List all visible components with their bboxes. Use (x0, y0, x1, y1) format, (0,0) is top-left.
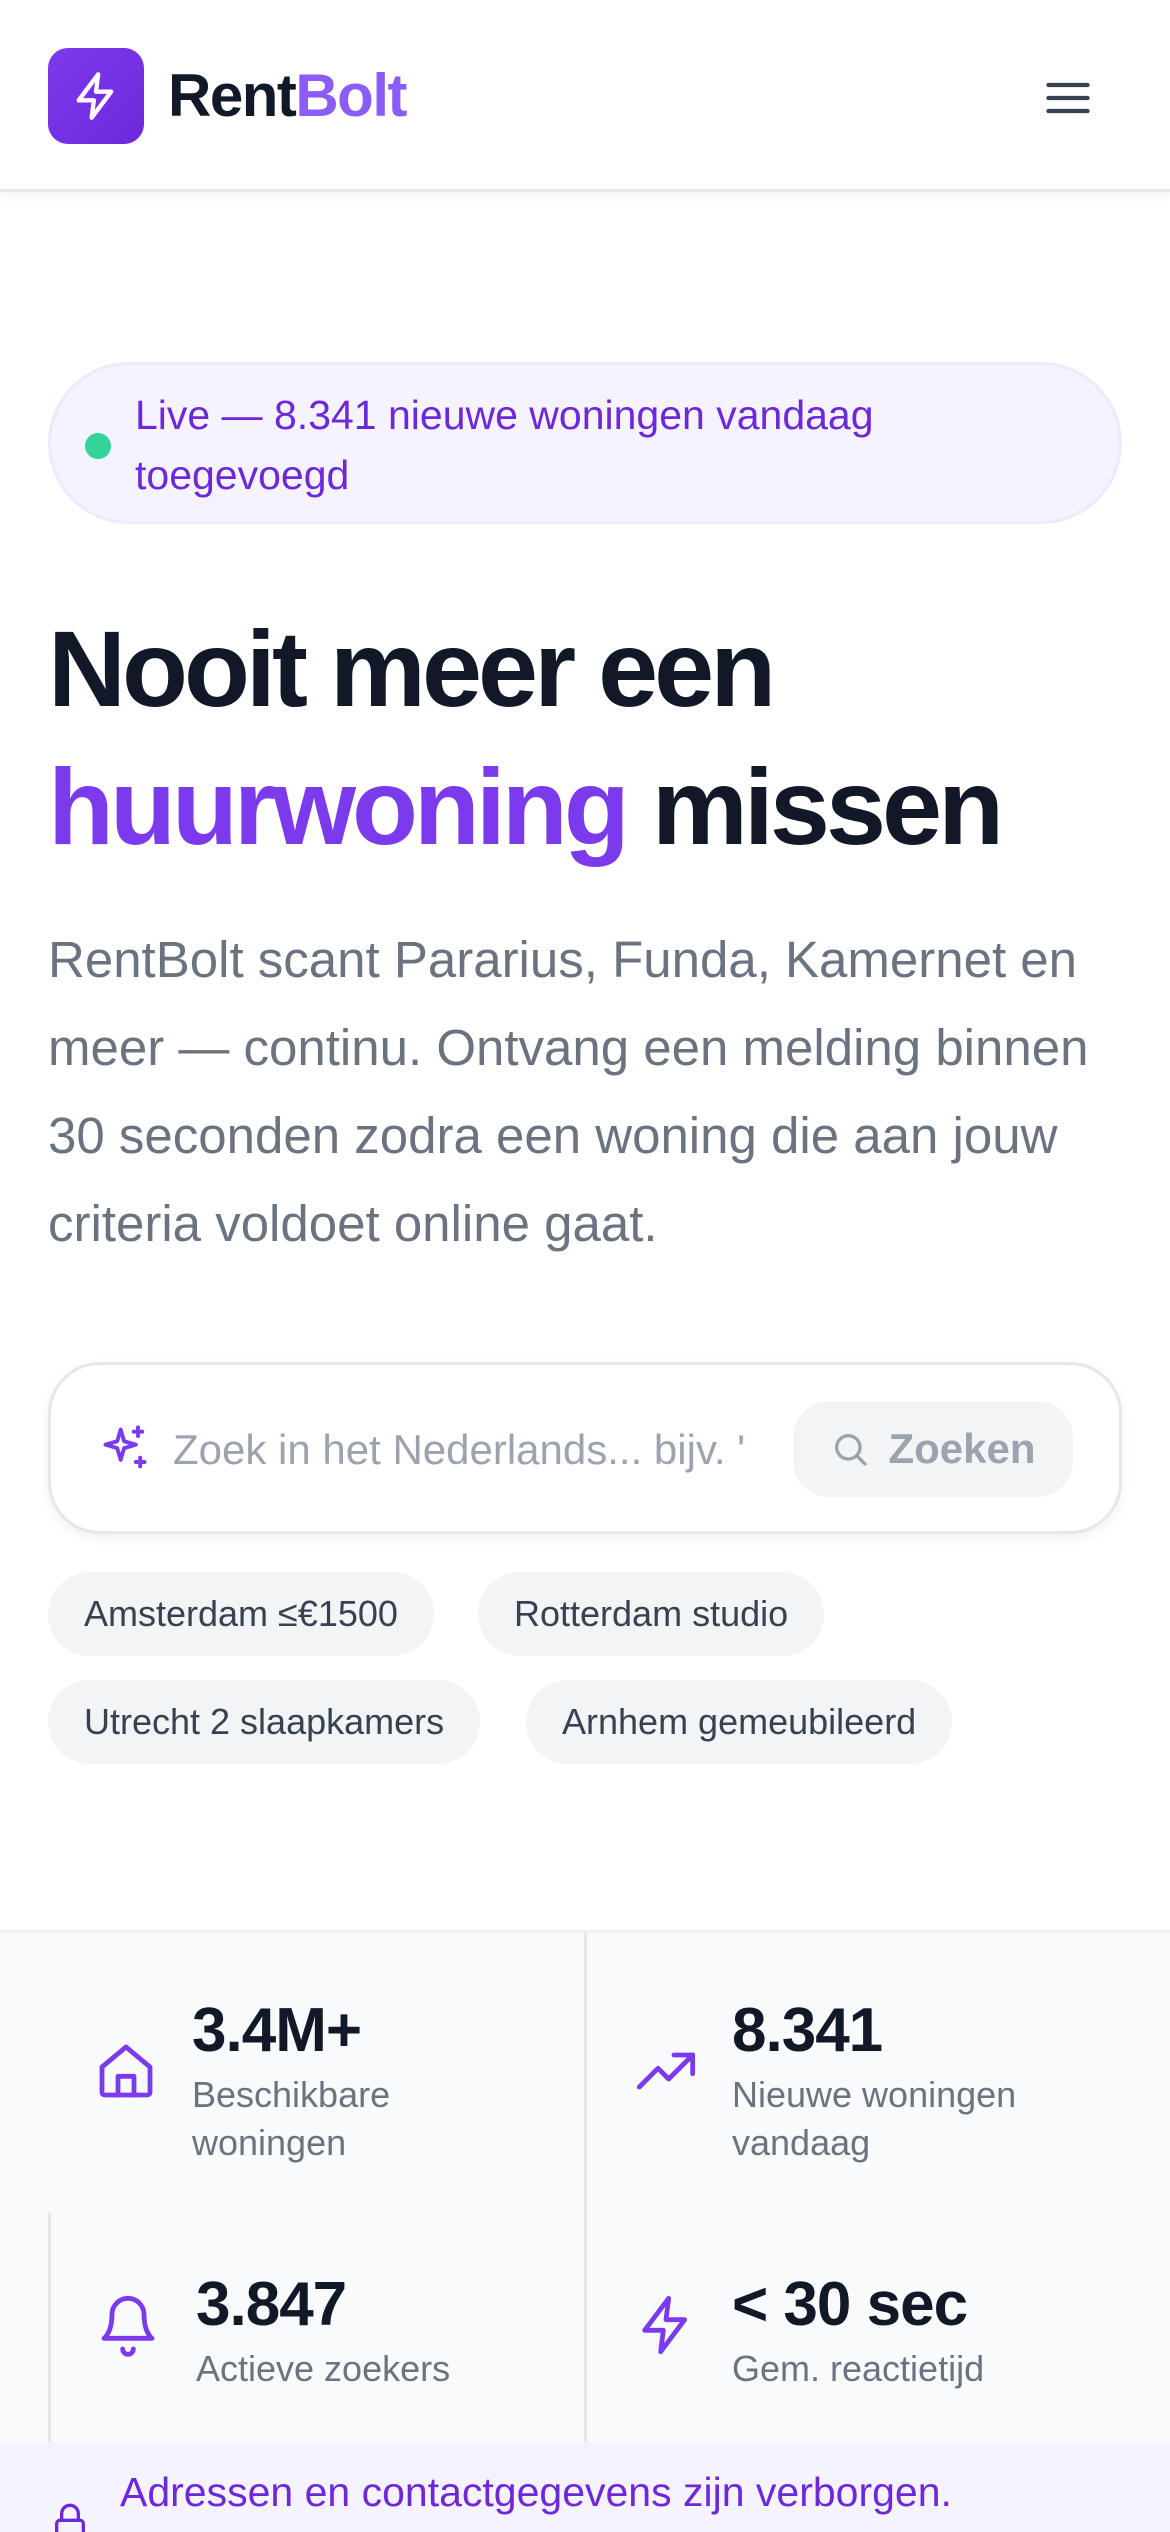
home-icon (99, 2044, 153, 2098)
stat-value: 3.4M+ (192, 1996, 362, 2065)
trending-up-icon (636, 2052, 696, 2090)
stats-grid: 3.4M+ Beschikbare woningen 8.341 Nieuwe … (0, 1930, 1170, 2445)
hero-title-rest: missen (625, 746, 1004, 867)
hero-title-accent: huurwoning (48, 746, 630, 867)
search-icon (835, 1434, 868, 1466)
suggestion-chip[interactable]: Rotterdam studio (478, 1572, 825, 1656)
stat-label: Nieuwe woningen vandaag (732, 2074, 1017, 2163)
brand-name-part1: Rent (168, 62, 297, 129)
suggestion-chip[interactable]: Utrecht 2 slaapkamers (48, 1680, 481, 1764)
stat-label: Actieve zoekers (196, 2348, 451, 2389)
search-button-label: Zoeken (888, 1425, 1036, 1472)
stat-value: 8.341 (732, 1996, 883, 2065)
hero-title: Nooit meer een huurwoning missen (48, 600, 1128, 876)
logo[interactable] (48, 48, 144, 144)
top-navbar: RentBolt (0, 0, 1170, 192)
suggestion-chip[interactable]: Amsterdam ≤€1500 (48, 1572, 434, 1656)
sparkles-icon (103, 1425, 147, 1469)
stats-divider (48, 2213, 51, 2445)
live-status-pill: Live — 8.341 nieuwe woningen vandaag toe… (48, 362, 1122, 524)
stat-value: < 30 sec (732, 2270, 968, 2339)
stats-divider (584, 1933, 587, 2445)
brand-name[interactable]: RentBolt (168, 60, 407, 132)
bell-icon (101, 2295, 155, 2357)
privacy-banner: Adressen en contactgegevens zijn verborg… (0, 2442, 1170, 2532)
bolt-icon (642, 2295, 688, 2355)
hamburger-menu-icon (1046, 82, 1090, 114)
brand-name-part2: Bolt (295, 62, 407, 129)
stat-label: Gem. reactietijd (732, 2348, 985, 2389)
live-indicator-dot (85, 433, 111, 459)
suggestion-chip[interactable]: Arnhem gemeubileerd (526, 1680, 953, 1764)
privacy-banner-text: Adressen en contactgegevens zijn verborg… (120, 2469, 952, 2515)
live-status-text: Live — 8.341 nieuwe woningen vandaag toe… (135, 392, 874, 498)
search-input[interactable] (173, 1411, 813, 1489)
stat-label: Beschikbare woningen (192, 2074, 391, 2163)
stat-value: 3.847 (196, 2270, 347, 2339)
bolt-icon (76, 72, 114, 120)
search-bar: Zoeken (48, 1362, 1122, 1534)
search-button[interactable]: Zoeken (793, 1401, 1073, 1497)
menu-button[interactable] (1030, 60, 1106, 136)
hero-subtitle: RentBolt scant Pararius, Funda, Kamernet… (48, 931, 1089, 1252)
lock-icon (55, 2503, 85, 2532)
hero-title-line1: Nooit meer een (48, 608, 776, 729)
